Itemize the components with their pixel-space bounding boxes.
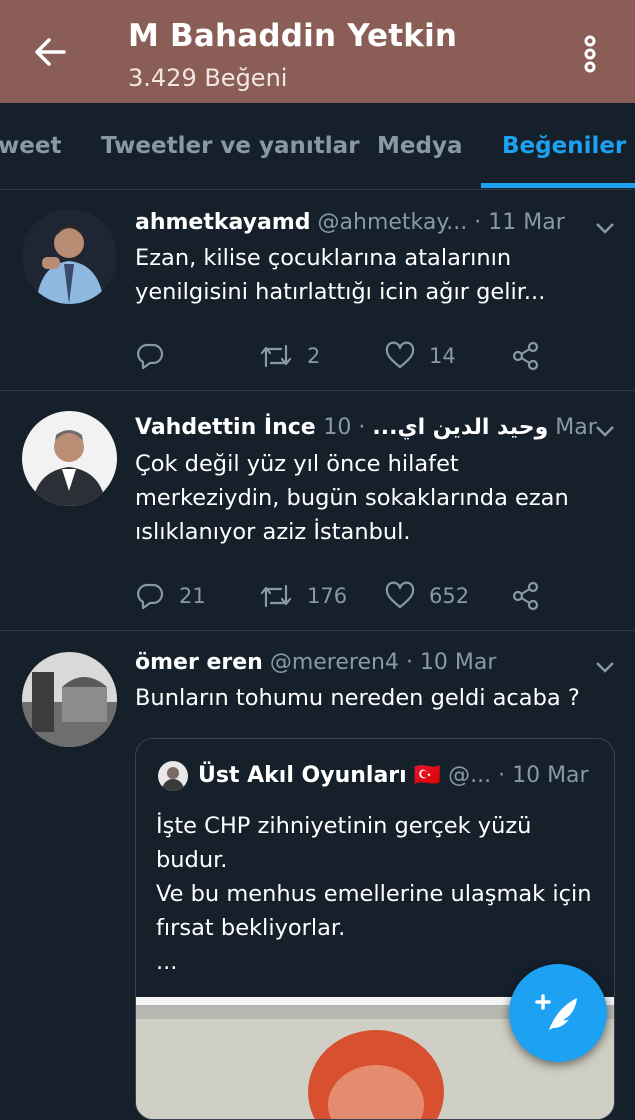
retweet-button[interactable]: 2 [259,339,320,373]
chevron-down-icon [596,662,614,673]
tweet-date: 11 Mar [488,210,565,235]
chevron-down-icon [596,426,614,437]
avatar[interactable] [22,209,117,304]
tweet-header: ömer eren @mereren4 · 10 Mar [135,650,496,675]
profile-header: M Bahaddin Yetkin 3.429 Beğeni [0,0,635,103]
chevron-down-icon [596,223,614,234]
like-button[interactable]: 14 [385,339,456,373]
reply-icon [137,343,164,370]
tweet-date: 10 Mar [419,650,497,675]
tweet-menu-button[interactable] [594,220,616,234]
share-icon [512,581,539,611]
likes-count: 3.429 Beğeni [128,64,288,92]
more-vertical-icon [584,35,596,73]
retweet-count: 176 [307,584,348,608]
author-handle[interactable]: @mereren4 [270,650,399,675]
tweet-text: Ezan, kilise çocuklarına atalarının yeni… [135,245,546,305]
quote-avatar [158,761,188,791]
separator-dot: · [358,415,366,440]
like-button[interactable]: 652 [385,579,469,613]
reply-icon [137,583,164,610]
tab-likes[interactable]: Beğeniler [502,133,626,159]
reply-count: 21 [179,584,206,608]
tweet-text: Çok değil yüz yıl önce hilafet merkeziyd… [135,451,569,545]
tweet-actions: 2 14 [135,339,575,373]
back-button[interactable] [30,32,70,72]
separator-dot: · [405,650,413,675]
like-count: 14 [429,344,456,368]
more-options-button[interactable] [576,34,604,74]
quote-author-handle: @... [448,763,492,788]
reply-button[interactable]: 21 [135,579,206,613]
separator-dot: · [498,763,506,788]
quote-header: Üst Akıl Oyunları 🇹🇷 @... · 10 Mar [198,763,589,788]
separator-dot: · [474,210,482,235]
tweet-actions: 21 176 652 [135,579,575,613]
compose-tweet-icon [535,994,577,1030]
share-icon [512,341,539,371]
heart-icon [385,581,415,609]
quoted-tweet-card[interactable]: Üst Akıl Oyunları 🇹🇷 @... · 10 Mar İşte … [135,738,615,1120]
share-button[interactable] [511,579,541,613]
arrow-left-icon [35,38,66,66]
tab-tweets-and-replies[interactable]: Tweetler ve yanıtlar [101,133,360,159]
retweet-button[interactable]: 176 [259,579,347,613]
tweet[interactable]: Vahdettin İnce وحيد الدين اي... · 10 Mar… [0,391,635,631]
heart-icon [385,341,415,369]
tab-tweets[interactable]: weet [0,133,61,159]
turkey-flag-icon: 🇹🇷 [413,763,442,788]
active-tab-indicator [481,183,635,188]
tweet-header: ahmetkayamd @ahmetkay... · 11 Mar [135,210,565,235]
tweet-menu-button[interactable] [594,423,616,437]
retweet-icon [260,584,292,608]
retweet-icon [260,344,292,368]
compose-tweet-button[interactable] [509,964,607,1062]
tweet-menu-button[interactable] [594,659,616,673]
retweet-count: 2 [307,344,321,368]
tweet-text: Bunların tohumu nereden geldi acaba ? [135,685,580,711]
tweet-header: Vahdettin İnce وحيد الدين اي... · 10 Mar [135,415,597,440]
avatar[interactable] [22,652,117,747]
author-handle[interactable]: @ahmetkay... [318,210,468,235]
like-count: 652 [429,584,470,608]
author-name[interactable]: ömer eren [135,650,263,675]
quote-text: İşte CHP zihniyetinin gerçek yüzü budur.… [156,813,592,975]
profile-tabs: weet Tweetler ve yanıtlar Medya Beğenile… [0,103,635,190]
reply-button[interactable] [135,339,179,373]
quote-date: 10 Mar [512,763,589,788]
tab-media[interactable]: Medya [377,133,462,159]
author-name[interactable]: ahmetkayamd [135,210,311,235]
tweet[interactable]: ahmetkayamd @ahmetkay... · 11 Mar Ezan, … [0,190,635,391]
quote-author-name: Üst Akıl Oyunları [198,763,407,788]
share-button[interactable] [511,339,541,373]
profile-name: M Bahaddin Yetkin [128,18,458,54]
avatar[interactable] [22,411,117,506]
